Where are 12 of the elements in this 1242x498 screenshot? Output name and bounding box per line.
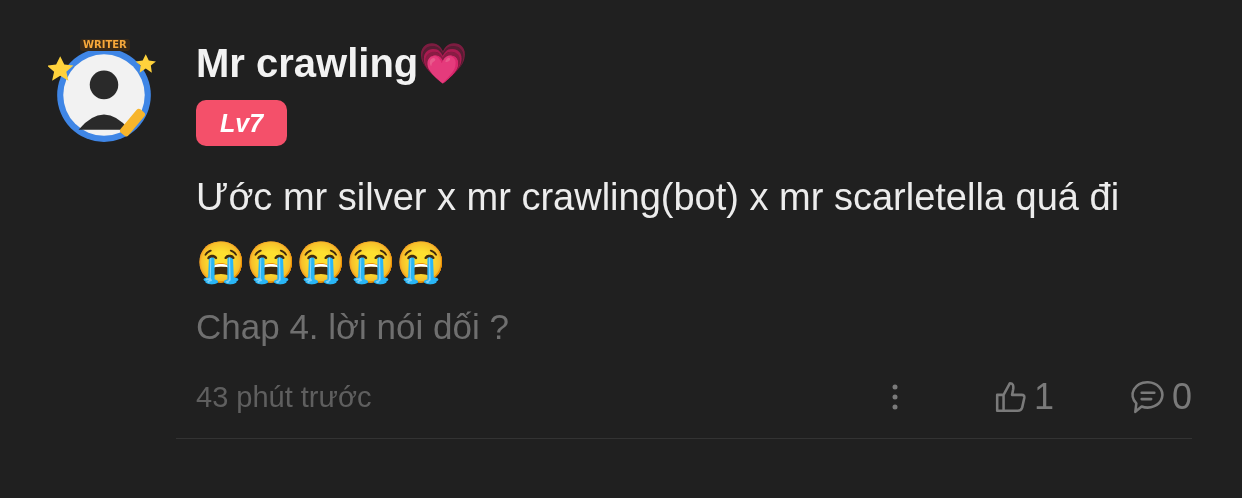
reply-count: 0	[1171, 376, 1192, 418]
reply-icon[interactable]	[1129, 379, 1166, 415]
comment-text: Ước mr silver x mr crawling(bot) x mr scarletella quá đi	[196, 175, 1120, 220]
author-name[interactable]: Mr crawling💗	[196, 36, 469, 90]
like-icon[interactable]	[993, 380, 1028, 414]
more-icon[interactable]	[891, 384, 898, 410]
level-badge: Lv7	[196, 100, 288, 146]
avatar-frame-label: WRITER	[80, 39, 130, 51]
like-count: 1	[1033, 376, 1054, 418]
comment-time: 43 phút trước	[196, 380, 372, 414]
avatar[interactable]: WRITER	[48, 36, 160, 148]
comment-emoji: 😭😭😭😭😭	[196, 239, 446, 287]
